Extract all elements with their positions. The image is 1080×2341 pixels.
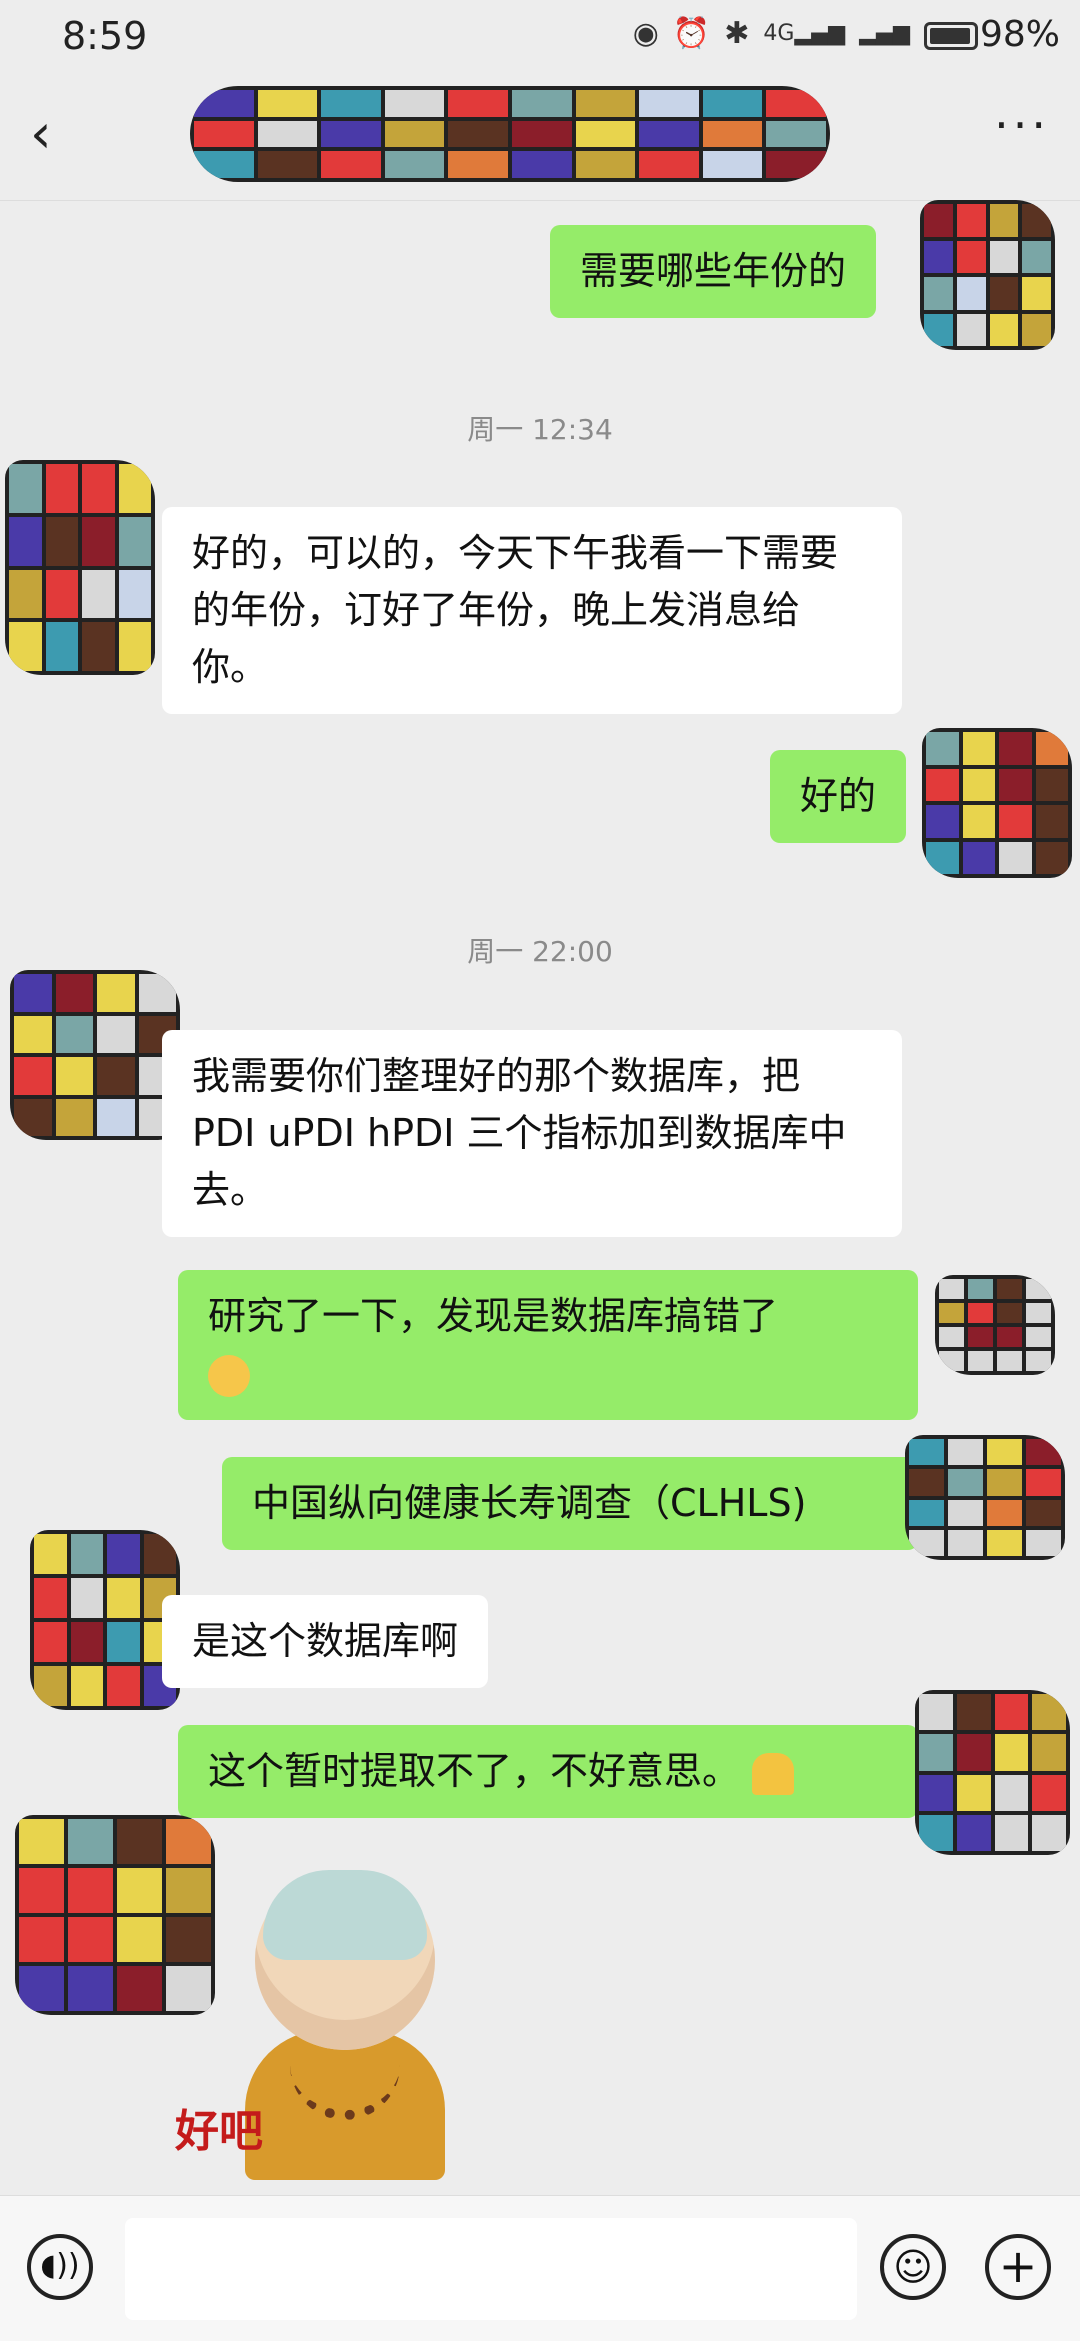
folded-hands-emoji xyxy=(752,1752,795,1795)
bluetooth-icon: ✱ xyxy=(724,16,750,51)
message-text: 研究了一下，发现是数据库搞错了 xyxy=(208,1294,779,1338)
timestamp: 周一 22:00 xyxy=(467,935,613,968)
more-dots-icon[interactable]: ··· xyxy=(994,98,1050,152)
avatar-contact[interactable] xyxy=(10,970,180,1140)
message-bubble-sent[interactable]: 需要哪些年份的 xyxy=(550,225,877,318)
avatar-self[interactable] xyxy=(922,728,1072,878)
avatar-contact[interactable] xyxy=(5,460,155,675)
sticker-text: 好吧 xyxy=(175,2106,263,2157)
network-label: 4G xyxy=(763,21,795,46)
status-icons: ◉ ⏰ ✱ 4G▂▄▆ ▂▄▆ xyxy=(633,16,910,51)
message-bubble-sent[interactable]: 研究了一下，发现是数据库搞错了 xyxy=(178,1270,918,1420)
chevron-left-icon[interactable]: ‹ xyxy=(30,104,80,164)
avatar-contact[interactable] xyxy=(15,1815,215,2015)
avatar-contact[interactable] xyxy=(30,1530,180,1710)
avatar-self[interactable] xyxy=(915,1690,1070,1855)
avatar-self[interactable] xyxy=(905,1435,1065,1560)
sticker-scalp xyxy=(263,1870,427,1960)
message-bubble-received[interactable]: 我需要你们整理好的那个数据库，把 PDI uPDI hPDI 三个指标加到数据库… xyxy=(162,1030,902,1237)
chat-header: ‹ ··· xyxy=(0,76,1080,201)
battery-icon xyxy=(924,22,978,50)
message-bubble-sent[interactable]: 中国纵向健康长寿调查（CLHLS) xyxy=(222,1457,918,1550)
message-input[interactable] xyxy=(125,2218,857,2320)
message-bubble-received[interactable]: 是这个数据库啊 xyxy=(162,1595,489,1688)
plus-icon[interactable]: + xyxy=(985,2234,1051,2300)
little-monk-sticker[interactable]: 好吧 xyxy=(175,1870,455,2180)
status-bar: 8:59 ◉ ⏰ ✱ 4G▂▄▆ ▂▄▆ 98% xyxy=(0,0,1080,76)
chat-title xyxy=(190,86,830,182)
message-text: 这个暂时提取不了，不好意思。 xyxy=(208,1749,741,1793)
signal-icon: 4G▂▄▆ xyxy=(763,21,846,46)
battery-percent: 98% xyxy=(979,14,1060,55)
signal-icon-2: ▂▄▆ xyxy=(859,21,910,46)
emoji-icon[interactable]: ☺ xyxy=(880,2234,946,2300)
voice-icon[interactable]: ◖)) xyxy=(27,2234,93,2300)
avatar-self[interactable] xyxy=(920,200,1055,350)
timestamp: 周一 12:34 xyxy=(467,413,613,446)
status-time: 8:59 xyxy=(62,14,148,58)
message-bubble-received[interactable]: 好的，可以的，今天下午我看一下需要的年份，订好了年份，晚上发消息给你。 xyxy=(162,507,902,714)
alarm-icon: ⏰ xyxy=(672,16,711,51)
laugh-cry-emoji xyxy=(208,1354,250,1397)
message-bubble-sent[interactable]: 这个暂时提取不了，不好意思。 xyxy=(178,1725,918,1818)
input-bar: ◖)) ☺ + xyxy=(0,2195,1080,2341)
eye-icon: ◉ xyxy=(632,16,659,51)
message-bubble-sent[interactable]: 好的 xyxy=(770,750,907,843)
avatar-self[interactable] xyxy=(935,1275,1055,1375)
